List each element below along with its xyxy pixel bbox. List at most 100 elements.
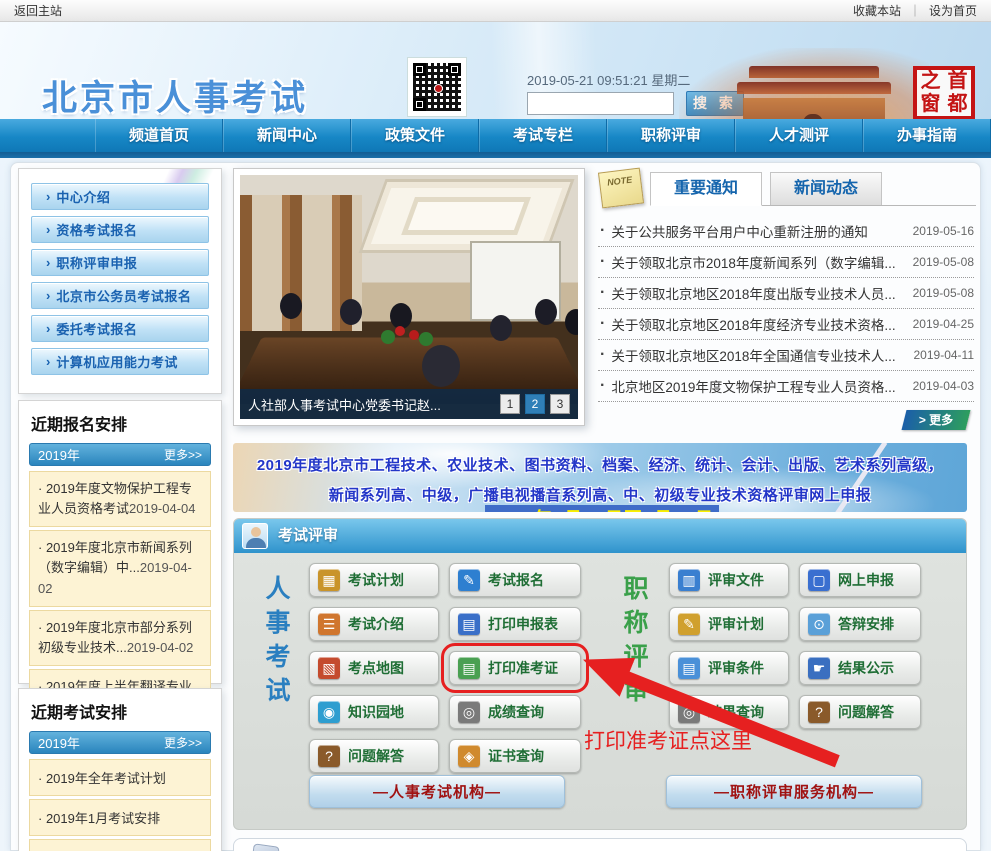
news-tab[interactable]: 重要通知 <box>650 172 762 206</box>
news-list-item[interactable]: ·关于领取北京地区2018年全国通信专业技术人...2019-04-11 <box>598 340 974 371</box>
magnifier-icon: ◎ <box>678 701 700 723</box>
nav-item[interactable]: 人才测评 <box>735 119 863 152</box>
action-button-clock-doc[interactable]: ⊙答辩安排 <box>799 607 921 641</box>
action-button-label: 评审计划 <box>708 614 764 634</box>
title-review-label: 职称评审 <box>616 575 652 711</box>
action-button-magnifier[interactable]: ◎结果查询 <box>669 695 789 729</box>
action-button-printer[interactable]: ▤打印申报表 <box>449 607 581 641</box>
signup-list-item[interactable]: · 2019年度北京市新闻系列（数字编辑）中...2019-04-02 <box>29 530 211 606</box>
action-button-hand-doc[interactable]: ☛结果公示 <box>799 651 921 685</box>
bullet-icon: · <box>600 346 605 364</box>
action-button-label: 考试介绍 <box>348 614 404 634</box>
page: 返回主站 收藏本站 ｜ 设为首页 北京市人事考试 2019-05-21 09:5… <box>0 0 991 851</box>
action-button-printer-ticket[interactable]: ▤打印准考证 <box>449 651 581 685</box>
panel-header: 考试评审 <box>234 519 966 553</box>
recent-exams-section: 近期考试安排 2019年 更多>> · 2019年全年考试计划· 2019年1月… <box>18 688 222 851</box>
qa-chart-icon: ? <box>808 701 830 723</box>
action-button-pen-book[interactable]: ✎考试报名 <box>449 563 581 597</box>
nav-item[interactable]: 政策文件 <box>351 119 479 152</box>
action-button-label: 打印申报表 <box>488 614 558 634</box>
news-list-item[interactable]: ·关于领取北京地区2018年度出版专业技术人员...2019-05-08 <box>598 278 974 309</box>
action-button-globe[interactable]: ◉知识园地 <box>309 695 439 729</box>
title-review-grid: ▥评审文件 ▢网上申报 ✎ 评审计划 ⊙答辩安排 ▤评审条件 ☛结果公示 ◎结果查询 ?问题解答 <box>669 563 921 729</box>
menu-item-label: 资格考试报名 <box>56 220 137 239</box>
bullet-icon: · <box>600 284 605 302</box>
news-list-item[interactable]: ·关于领取北京市2018年度新闻系列（数字编辑...2019-05-08 <box>598 247 974 278</box>
news-title: 北京地区2019年度文物保护工程专业人员资格... <box>611 376 904 396</box>
exam-list-item[interactable]: · 2019年全年考试计划 <box>29 759 211 796</box>
photo-slider[interactable]: 人社部人事考试中心党委书记赵... 123 <box>233 168 585 426</box>
recent-signup-section: 近期报名安排 2019年 更多>> · 2019年度文物保护工程专业人员资格考试… <box>18 400 222 684</box>
action-button-label: 打印准考证 <box>488 658 558 678</box>
signup-more-link[interactable]: 更多>> <box>164 446 202 463</box>
site-header: 北京市人事考试 2019-05-21 09:51:21 星期二 搜 索 之首窗都… <box>0 22 991 119</box>
top-utility-bar: 返回主站 收藏本站 ｜ 设为首页 <box>0 0 991 22</box>
monitor-icon: ▢ <box>808 569 830 591</box>
exam-list-item[interactable]: · 2019年2月考试安排 <box>29 839 211 851</box>
banner-line1: 2019年度北京市工程技术、农业技术、图书资料、档案、经济、统计、会计、出版、艺… <box>233 454 967 475</box>
action-button-label: 结果公示 <box>838 658 894 678</box>
globe-icon: ◉ <box>318 701 340 723</box>
item-date: 2019-04-04 <box>129 501 196 516</box>
nav-item[interactable]: 新闻中心 <box>223 119 351 152</box>
seal-character: 之 <box>917 70 944 93</box>
action-button-label: 考试计划 <box>348 570 404 590</box>
action-button-magnifier-doc[interactable]: ◎成绩查询 <box>449 695 581 729</box>
org-button[interactable]: —人事考试机构— <box>309 775 565 808</box>
review-announcement-banner[interactable]: 2019年度北京市工程技术、农业技术、图书资料、档案、经济、统计、会计、出版、艺… <box>233 443 967 512</box>
set-homepage-link[interactable]: 设为首页 <box>929 2 977 19</box>
pager-button[interactable]: 2 <box>525 394 545 414</box>
menu-item-label: 职称评审申报 <box>56 253 137 272</box>
signup-list-item[interactable]: · 2019年度文物保护工程专业人员资格考试2019-04-04 <box>29 471 211 527</box>
action-button-certificate-search[interactable]: ◈证书查询 <box>449 739 581 773</box>
person-avatar-icon <box>242 523 268 549</box>
sidebar-menu-item[interactable]: ›计算机应用能力考试 <box>31 348 209 375</box>
news-more-button[interactable]: > 更多 <box>902 410 971 430</box>
action-button-map[interactable]: ▧考点地图 <box>309 651 439 685</box>
news-list-item[interactable]: ·北京地区2019年度文物保护工程专业人员资格...2019-04-03 <box>598 371 974 402</box>
org-buttons-row: —人事考试机构— —职称评审服务机构— <box>309 775 922 808</box>
signup-list-item[interactable]: · 2019年度北京市部分系列初级专业技术...2019-04-02 <box>29 610 211 666</box>
search-input[interactable] <box>527 92 674 115</box>
nav-item[interactable]: 频道首页 <box>95 119 223 152</box>
exam-list-item[interactable]: · 2019年1月考试安排 <box>29 799 211 836</box>
sidebar-menu-item[interactable]: ›资格考试报名 <box>31 216 209 243</box>
site-title: 北京市人事考试 <box>42 70 308 119</box>
news-list-item[interactable]: ·关于领取北京地区2018年度经济专业技术资格...2019-04-25 <box>598 309 974 340</box>
exams-more-link[interactable]: 更多>> <box>164 734 202 751</box>
sidebar-menu-item[interactable]: ›中心介绍 <box>31 183 209 210</box>
news-title: 关于领取北京市2018年度新闻系列（数字编辑... <box>611 252 904 272</box>
action-button-label: 问题解答 <box>348 746 404 766</box>
action-button-document[interactable]: ▤评审条件 <box>669 651 789 685</box>
action-button-qa-chart[interactable]: ?问题解答 <box>309 739 439 773</box>
pager-button[interactable]: 3 <box>550 394 570 414</box>
seal-character: 窗 <box>917 93 944 116</box>
sidebar-menu-item[interactable]: ›委托考试报名 <box>31 315 209 342</box>
org-button[interactable]: —职称评审服务机构— <box>666 775 922 808</box>
back-to-main-site-link[interactable]: 返回主站 <box>14 2 62 19</box>
nav-item[interactable]: 办事指南 <box>863 119 991 152</box>
notepad-pencil-icon: ✎ <box>678 613 700 635</box>
signup-year-label: 2019年 <box>38 445 80 464</box>
favorite-site-link[interactable]: 收藏本站 <box>853 2 901 19</box>
action-button-clipboard-doc[interactable]: ▥评审文件 <box>669 563 789 597</box>
action-button-notepad-pencil[interactable]: ✎ 评审计划 <box>669 607 789 641</box>
sidebar-menu-item[interactable]: ›北京市公务员考试报名 <box>31 282 209 309</box>
action-button-monitor[interactable]: ▢网上申报 <box>799 563 921 597</box>
news-tab[interactable]: 新闻动态 <box>770 172 882 205</box>
action-button-calendar-plan[interactable]: ▦考试计划 <box>309 563 439 597</box>
nav-item[interactable]: 职称评审 <box>607 119 735 152</box>
action-button-list-info[interactable]: ☰考试介绍 <box>309 607 439 641</box>
action-button-qa-chart[interactable]: ?问题解答 <box>799 695 921 729</box>
news-date: 2019-04-25 <box>913 317 974 331</box>
pager-button[interactable]: 1 <box>500 394 520 414</box>
news-list-item[interactable]: ·关于公共服务平台用户中心重新注册的通知2019-05-16 <box>598 216 974 247</box>
magnifier-doc-icon: ◎ <box>458 701 480 723</box>
nav-item[interactable]: 考试专栏 <box>479 119 607 152</box>
seal-character: 都 <box>944 93 971 116</box>
action-button-label: 评审文件 <box>708 570 764 590</box>
menu-item-label: 委托考试报名 <box>56 319 137 338</box>
sidebar-menu-item[interactable]: ›职称评审申报 <box>31 249 209 276</box>
menu-item-label: 中心介绍 <box>56 187 110 206</box>
sidebar-menu: ›中心介绍 ›资格考试报名 ›职称评审申报 ›北京市公务员考试报名 ›委托考试报名 ›计算… <box>18 168 222 394</box>
